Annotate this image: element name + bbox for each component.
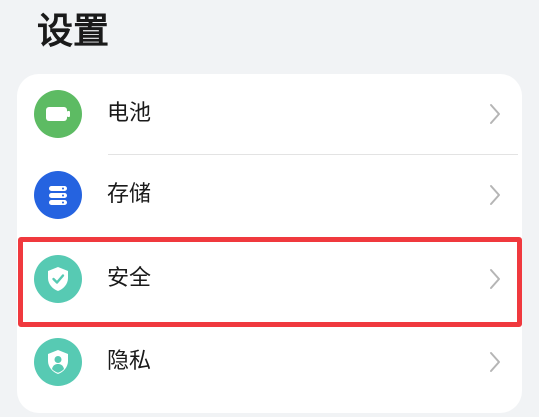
highlight-box [18,237,522,327]
storage-icon [34,171,82,219]
battery-icon [34,90,82,138]
settings-item-battery[interactable]: 电池 [17,74,522,158]
settings-item-privacy[interactable]: 隐私 [17,322,522,406]
chevron-right-icon [490,185,500,205]
settings-item-label: 电池 [107,101,152,126]
settings-item-storage[interactable]: 存储 [17,155,522,239]
chevron-right-icon [490,352,500,372]
page-title: 设置 [37,11,110,52]
privacy-user-icon [34,338,82,386]
settings-item-label: 存储 [107,182,152,207]
settings-item-label: 隐私 [107,349,152,374]
chevron-right-icon [490,104,500,124]
